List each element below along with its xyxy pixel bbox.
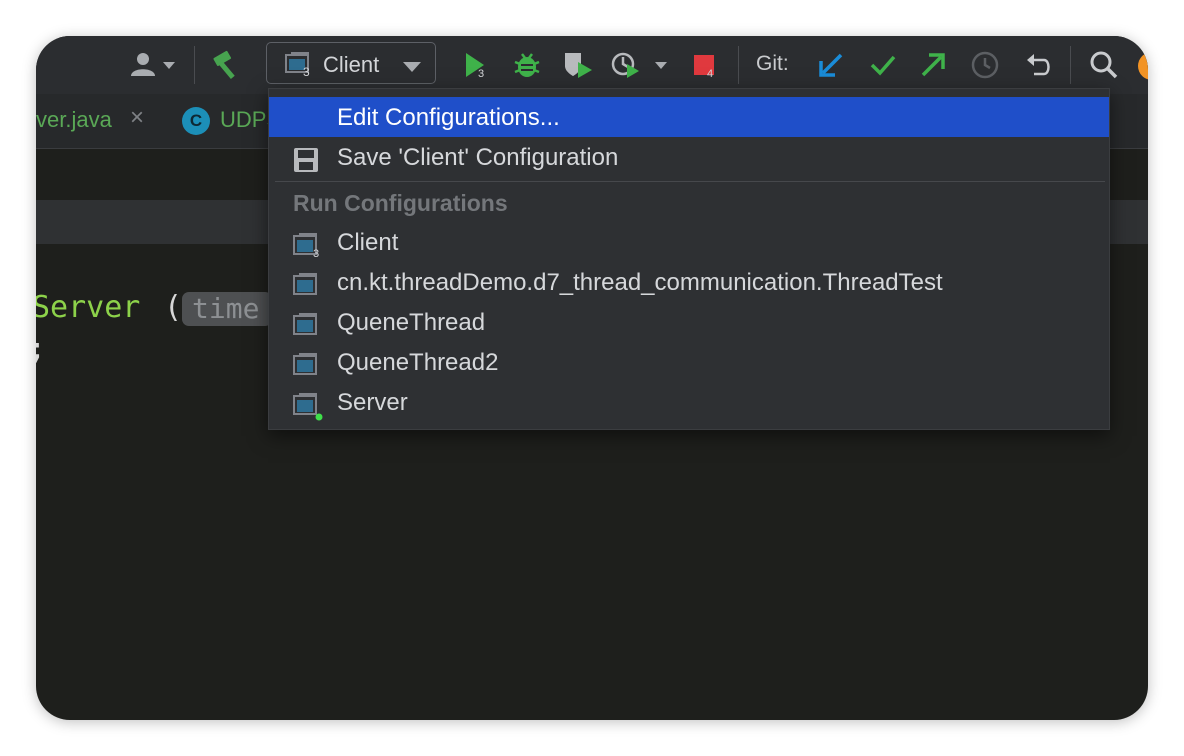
hammer-build-icon[interactable]: [206, 48, 248, 82]
stop-badge: 4: [707, 68, 714, 80]
menu-item-label: Server: [337, 389, 408, 416]
class-icon: C: [182, 107, 210, 135]
config-item-server[interactable]: Server: [269, 382, 1109, 422]
menu-item-label: cn.kt.threadDemo.d7_thread_communication…: [337, 269, 943, 296]
rollback-undo-icon[interactable]: [1022, 48, 1056, 82]
git-update-arrow-icon[interactable]: [814, 48, 848, 82]
update-notification-icon[interactable]: [1138, 52, 1148, 80]
config-badge: 3: [303, 65, 310, 79]
config-selector-label: Client: [323, 52, 380, 77]
stop-button[interactable]: 4: [690, 48, 718, 82]
chevron-down-icon: [403, 59, 421, 77]
config-badge: 3: [313, 248, 320, 260]
git-history-clock-icon[interactable]: [968, 48, 1002, 82]
git-push-arrow-icon[interactable]: [916, 48, 950, 82]
menu-item-label: QueneThread: [337, 309, 486, 336]
run-configurations-dropdown: Edit Configurations... Save 'Client' Con…: [268, 88, 1110, 430]
code-identifier: Server: [36, 290, 141, 325]
git-commit-checkmark-icon[interactable]: [866, 48, 900, 82]
menu-item-label: Edit Configurations...: [337, 104, 560, 131]
application-config-running-icon: [293, 392, 323, 421]
menu-item-label: Client: [337, 229, 399, 256]
config-item-client[interactable]: 3 Client: [269, 222, 1109, 262]
debug-bug-icon[interactable]: [510, 48, 544, 82]
menu-divider: [275, 181, 1105, 182]
config-item-threadtest[interactable]: cn.kt.threadDemo.d7_thread_communication…: [269, 262, 1109, 302]
menu-item-label: Save 'Client' Configuration: [337, 144, 619, 171]
search-icon[interactable]: [1086, 48, 1122, 82]
run-badge: 3: [478, 68, 485, 80]
run-button[interactable]: 3: [460, 48, 490, 82]
tab-server-java[interactable]: ver.java: [36, 107, 112, 133]
menu-item-label: QueneThread2: [337, 349, 499, 376]
code-paren: (: [164, 290, 183, 325]
close-icon[interactable]: ×: [130, 104, 144, 132]
main-toolbar: 3 Client 3 4 Git:: [36, 36, 1148, 94]
application-config-icon: [293, 272, 321, 296]
run-configuration-selector[interactable]: 3 Client: [266, 42, 436, 84]
config-item-quenethread2[interactable]: QueneThread2: [269, 342, 1109, 382]
user-account-icon[interactable]: [124, 48, 182, 82]
menu-item-edit-configurations[interactable]: Edit Configurations...: [269, 97, 1109, 137]
application-config-icon: [293, 312, 321, 336]
config-item-quenethread[interactable]: QueneThread: [269, 302, 1109, 342]
application-config-icon: [293, 352, 321, 376]
menu-item-save-configuration[interactable]: Save 'Client' Configuration: [269, 137, 1109, 177]
save-floppy-icon: [293, 147, 321, 172]
git-label: Git:: [756, 52, 789, 75]
parameter-hint: time: [182, 292, 272, 326]
profiler-icon[interactable]: [608, 48, 672, 82]
code-semicolon: ;: [36, 332, 46, 367]
run-with-coverage-icon[interactable]: [560, 48, 598, 82]
section-header: Run Configurations: [293, 190, 508, 216]
